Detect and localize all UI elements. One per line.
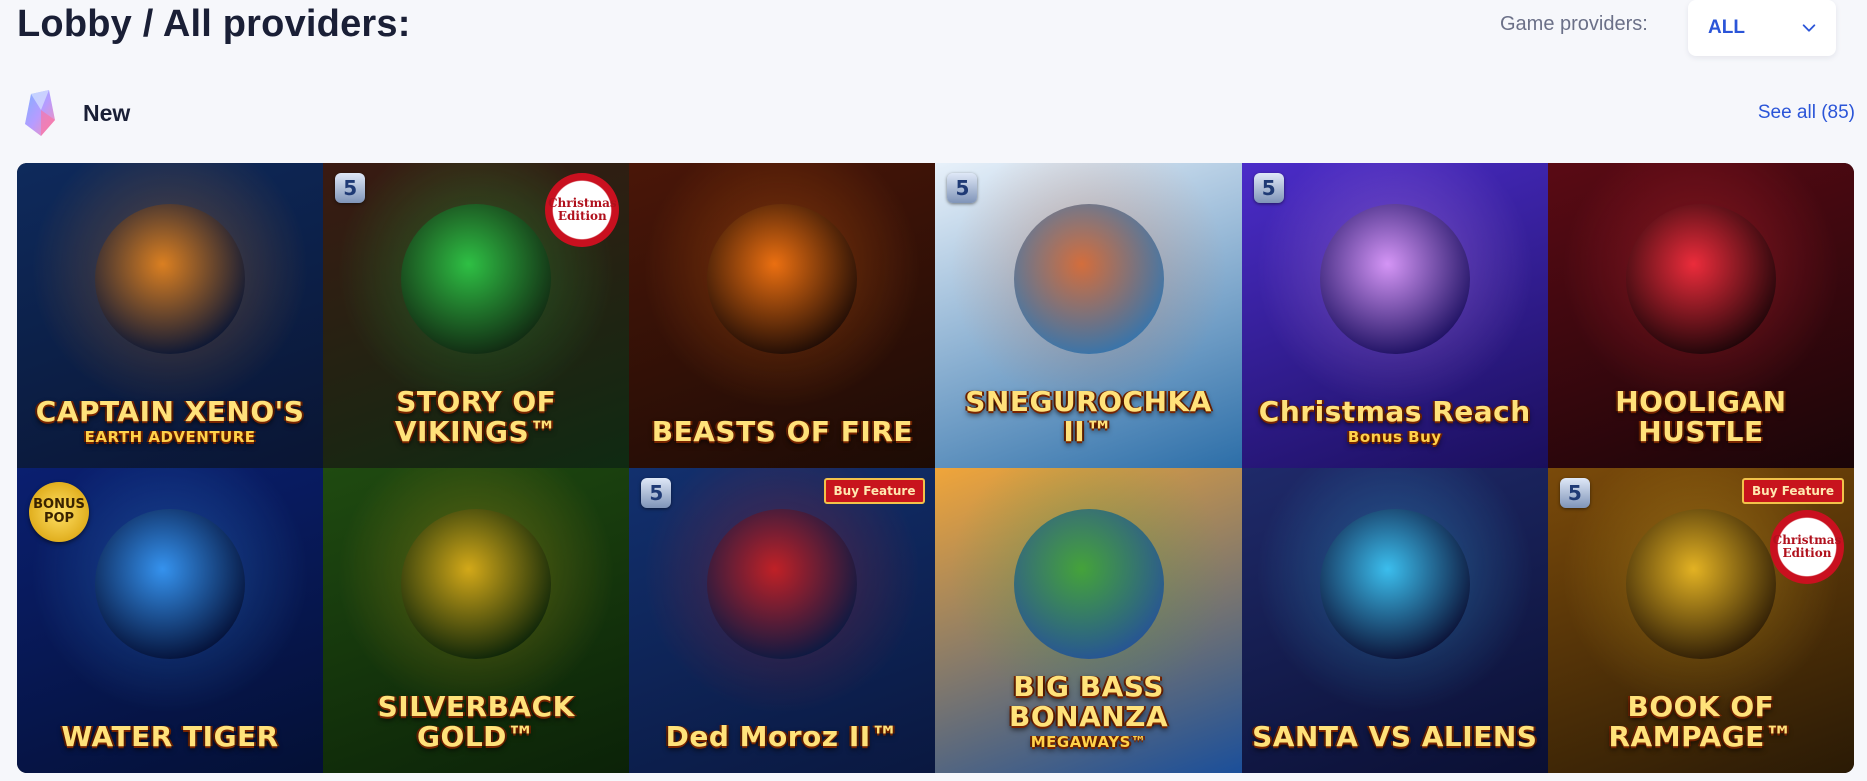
game-tile[interactable]: SILVERBACK GOLD™ bbox=[323, 468, 630, 773]
providers-selected-value: ALL bbox=[1708, 17, 1745, 38]
section-title: New bbox=[83, 100, 131, 126]
game-title: BOOK OF RAMPAGE™ bbox=[1548, 692, 1854, 751]
game-subtitle: MEGAWAYS™ bbox=[1030, 733, 1147, 752]
game-tile[interactable]: 5 Christmas Reach Bonus Buy bbox=[1241, 163, 1548, 468]
chevron-down-icon bbox=[1802, 24, 1816, 32]
game-title: SILVERBACK GOLD™ bbox=[323, 692, 629, 751]
game-title-text: BIG BASS BONANZA bbox=[1008, 670, 1169, 733]
game-tile[interactable]: BEASTS OF FIRE bbox=[629, 163, 936, 468]
buy-feature-badge: Buy Feature bbox=[1742, 478, 1844, 504]
game-title-text: SILVERBACK GOLD™ bbox=[377, 690, 575, 753]
game-character-art bbox=[401, 508, 552, 659]
game-character-art bbox=[401, 203, 552, 354]
game-character-art bbox=[1319, 203, 1470, 354]
game-subtitle: EARTH ADVENTURE bbox=[84, 428, 256, 447]
game-title-text: BOOK OF RAMPAGE™ bbox=[1608, 690, 1794, 753]
game-character-art bbox=[1319, 508, 1470, 659]
game-subtitle: Bonus Buy bbox=[1347, 428, 1442, 447]
game-tile[interactable]: 5 Buy Feature Ded Moroz II™ bbox=[629, 468, 936, 773]
provider-badge-icon: 5 bbox=[947, 173, 978, 203]
game-tile[interactable]: BONUS POP WATER TIGER bbox=[17, 468, 324, 773]
game-tile[interactable]: 5 Christmas Edition STORY OF VIKINGS™ bbox=[323, 163, 630, 468]
game-title: Christmas Reach Bonus Buy bbox=[1249, 397, 1541, 446]
game-title: HOOLIGAN HUSTLE bbox=[1548, 387, 1854, 446]
games-grid: CAPTAIN XENO'S EARTH ADVENTURE 5 Christmas … bbox=[17, 163, 1854, 773]
game-title: Ded Moroz II™ bbox=[656, 719, 910, 753]
game-tile[interactable]: SANTA VS ALIENS bbox=[1241, 468, 1548, 773]
game-title-text: HOOLIGAN HUSTLE bbox=[1615, 385, 1787, 448]
game-tile[interactable]: 5 SNEGUROCHKA II™ bbox=[935, 163, 1242, 468]
game-character-art bbox=[1625, 508, 1776, 659]
game-title-text: CAPTAIN XENO'S bbox=[35, 394, 305, 428]
game-character-art bbox=[1013, 203, 1164, 354]
game-tile[interactable]: HOOLIGAN HUSTLE bbox=[1547, 163, 1854, 468]
game-character-art bbox=[1625, 203, 1776, 354]
provider-badge-icon: 5 bbox=[1559, 478, 1590, 508]
game-tile[interactable]: BIG BASS BONANZA MEGAWAYS™ bbox=[935, 468, 1242, 773]
see-all-link[interactable]: See all (85) bbox=[1758, 102, 1855, 124]
bonus-pop-badge: BONUS POP bbox=[29, 482, 89, 542]
game-title: SANTA VS ALIENS bbox=[1242, 719, 1547, 753]
game-character-art bbox=[95, 203, 246, 354]
section-header: New See all (85) bbox=[20, 88, 1855, 138]
provider-badge-icon: 5 bbox=[641, 478, 672, 508]
game-title: STORY OF VIKINGS™ bbox=[323, 387, 629, 446]
game-title: BIG BASS BONANZA MEGAWAYS™ bbox=[935, 672, 1241, 751]
game-character-art bbox=[95, 508, 246, 659]
gem-icon bbox=[25, 90, 55, 136]
game-title-text: WATER TIGER bbox=[61, 719, 279, 753]
game-title-text: SNEGUROCHKA II™ bbox=[965, 385, 1212, 448]
game-title-text: STORY OF VIKINGS™ bbox=[394, 385, 558, 448]
buy-feature-badge: Buy Feature bbox=[823, 478, 926, 504]
providers-label: Game providers: bbox=[1500, 13, 1648, 35]
game-character-art bbox=[707, 508, 858, 659]
game-character-art bbox=[707, 203, 858, 354]
game-title-text: Christmas Reach bbox=[1258, 394, 1531, 428]
game-title-text: BEASTS OF FIRE bbox=[651, 414, 914, 448]
provider-badge-icon: 5 bbox=[1253, 173, 1284, 203]
game-tile[interactable]: CAPTAIN XENO'S EARTH ADVENTURE bbox=[17, 163, 324, 468]
game-title-text: SANTA VS ALIENS bbox=[1252, 719, 1538, 753]
christmas-edition-badge: Christmas Edition bbox=[545, 173, 620, 247]
christmas-edition-badge: Christmas Edition bbox=[1769, 510, 1844, 584]
game-tile[interactable]: 5 Buy Feature Christmas Edition BOOK OF RAM… bbox=[1547, 468, 1854, 773]
page-title: Lobby / All providers: bbox=[17, 3, 411, 45]
game-title-text: Ded Moroz II™ bbox=[665, 719, 900, 753]
game-title: WATER TIGER bbox=[51, 719, 288, 753]
providers-dropdown[interactable]: ALL bbox=[1688, 0, 1836, 56]
game-title: CAPTAIN XENO'S EARTH ADVENTURE bbox=[26, 397, 315, 446]
game-title: BEASTS OF FIRE bbox=[642, 414, 923, 448]
game-title: SNEGUROCHKA II™ bbox=[935, 387, 1241, 446]
provider-badge-icon: 5 bbox=[335, 173, 366, 203]
game-character-art bbox=[1013, 508, 1164, 659]
